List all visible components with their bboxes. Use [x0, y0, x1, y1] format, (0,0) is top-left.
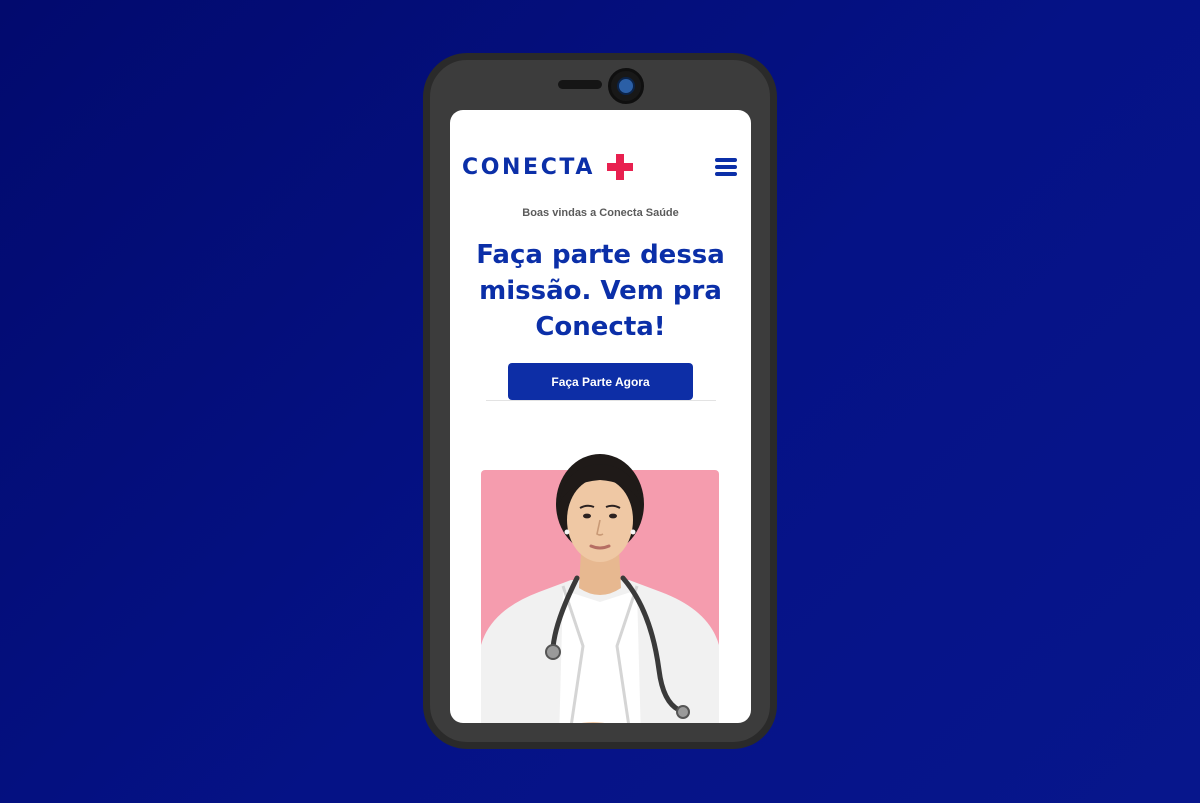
hero-headline: Faça parte dessa missão. Vem pra Conecta…: [476, 240, 725, 342]
phone-speaker: [558, 80, 602, 89]
hamburger-menu-icon[interactable]: [714, 156, 738, 178]
phone-camera-icon: [608, 68, 644, 104]
medical-cross-icon: [606, 154, 633, 180]
doctor-photo: [481, 454, 719, 723]
logo-text: CONECTA: [462, 154, 595, 180]
welcome-text: Boas vindas a Conecta Saúde: [522, 207, 679, 219]
join-now-button[interactable]: Faça Parte Agora: [508, 363, 693, 400]
camera-lens: [617, 77, 635, 95]
phone-screen: CONECTA Boas vindas a Conecta Saúde Faça…: [450, 110, 751, 723]
section-divider: [486, 400, 716, 401]
conecta-logo[interactable]: CONECTA: [462, 152, 633, 182]
site-header: CONECTA: [450, 148, 751, 186]
phone-frame: CONECTA Boas vindas a Conecta Saúde Faça…: [423, 53, 777, 749]
